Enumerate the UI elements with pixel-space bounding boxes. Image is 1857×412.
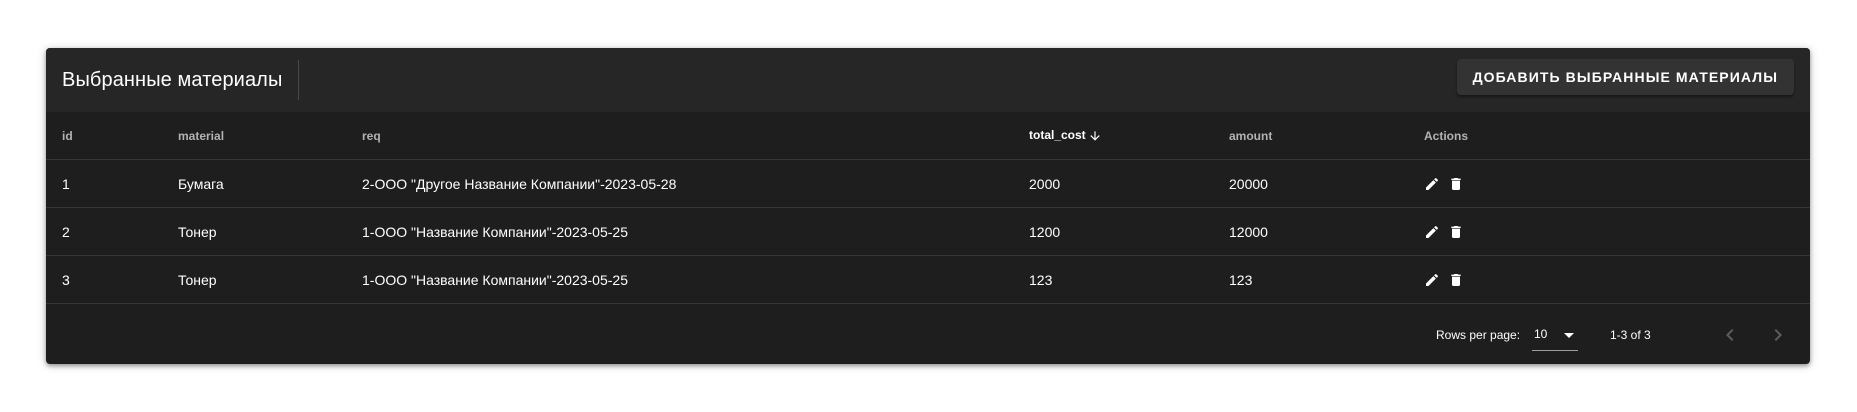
column-header-actions: Actions (1390, 112, 1810, 160)
chevron-right-icon[interactable] (1766, 323, 1790, 347)
cell-amount: 20000 (1213, 159, 1390, 208)
cell-total-cost: 123 (1013, 255, 1213, 304)
cell-actions (1390, 159, 1810, 208)
edit-icon[interactable] (1424, 176, 1440, 192)
cell-material: Тонер (162, 255, 346, 304)
add-selected-materials-button[interactable]: ДОБАВИТЬ ВЫБРАННЫЕ МАТЕРИАЛЫ (1456, 59, 1794, 95)
edit-icon[interactable] (1424, 272, 1440, 288)
arrow-down-icon (1090, 131, 1100, 141)
cell-actions (1390, 255, 1810, 304)
cell-id: 1 (46, 159, 162, 208)
delete-icon[interactable] (1448, 224, 1464, 240)
materials-table: id material req total_cost amount Action… (46, 112, 1810, 304)
edit-icon[interactable] (1424, 224, 1440, 240)
delete-icon[interactable] (1448, 272, 1464, 288)
table-header-row: id material req total_cost amount Action… (46, 112, 1810, 160)
cell-actions (1390, 207, 1810, 256)
column-header-total-cost[interactable]: total_cost (1013, 112, 1213, 160)
table-row: 1 Бумага 2-ООО "Другое Название Компании… (46, 159, 1810, 208)
column-header-material[interactable]: material (162, 112, 346, 160)
cell-amount: 123 (1213, 255, 1390, 304)
table-row: 2 Тонер 1-ООО "Название Компании"-2023-0… (46, 207, 1810, 256)
column-header-req[interactable]: req (346, 112, 1013, 160)
rows-per-page-label: Rows per page: (1436, 328, 1521, 342)
selected-materials-card: Выбранные материалы ДОБАВИТЬ ВЫБРАННЫЕ М… (46, 48, 1810, 364)
page-range-info: 1-3 of 3 (1610, 328, 1651, 342)
rows-per-page-value: 10 (1534, 327, 1548, 341)
rows-per-page-select[interactable]: 10 (1532, 320, 1578, 351)
cell-material: Тонер (162, 207, 346, 256)
column-header-id[interactable]: id (46, 112, 162, 160)
table-pagination: Rows per page: 10 1-3 of 3 (46, 306, 1810, 364)
column-header-total-cost-label: total_cost (1029, 128, 1086, 143)
cell-req: 2-ООО "Другое Название Компании"-2023-05… (346, 159, 1013, 208)
toolbar-divider (298, 60, 299, 100)
table-toolbar: Выбранные материалы ДОБАВИТЬ ВЫБРАННЫЕ М… (46, 48, 1810, 112)
cell-req: 1-ООО "Название Компании"-2023-05-25 (346, 207, 1013, 256)
cell-id: 3 (46, 255, 162, 304)
cell-material: Бумага (162, 159, 346, 208)
cell-id: 2 (46, 207, 162, 256)
cell-amount: 12000 (1213, 207, 1390, 256)
cell-total-cost: 1200 (1013, 207, 1213, 256)
table-row: 3 Тонер 1-ООО "Название Компании"-2023-0… (46, 255, 1810, 304)
column-header-amount[interactable]: amount (1213, 112, 1390, 160)
chevron-left-icon[interactable] (1718, 323, 1742, 347)
caret-down-icon (1564, 333, 1574, 338)
table-title: Выбранные материалы (62, 69, 283, 91)
cell-total-cost: 2000 (1013, 159, 1213, 208)
cell-req: 1-ООО "Название Компании"-2023-05-25 (346, 255, 1013, 304)
delete-icon[interactable] (1448, 176, 1464, 192)
